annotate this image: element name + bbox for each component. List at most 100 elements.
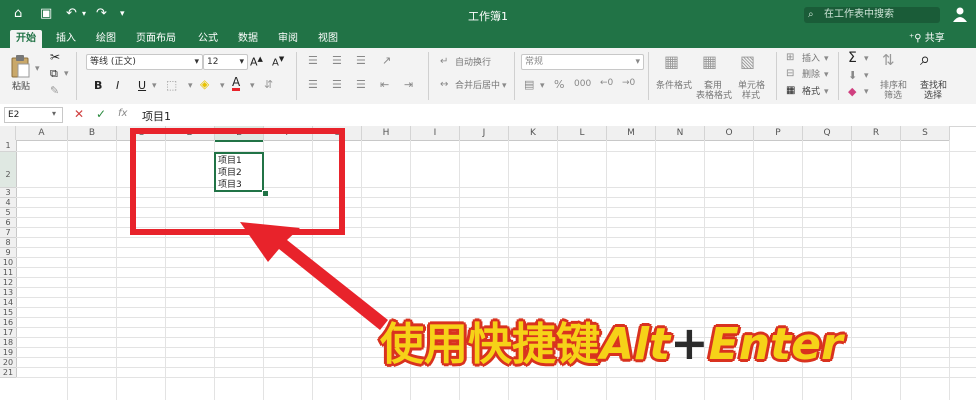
tab-data[interactable]: 数据 — [238, 30, 258, 48]
tab-review[interactable]: 审阅 — [278, 30, 298, 48]
format-cells-icon[interactable]: ▦ — [786, 85, 795, 96]
format-as-table-icon[interactable]: ▦ — [702, 52, 717, 71]
cell-styles-line1[interactable]: 单元格 — [738, 81, 765, 91]
sort-filter-icon[interactable]: ⇅ — [882, 51, 895, 69]
column-header-s[interactable]: S — [901, 126, 950, 141]
increase-indent-icon[interactable]: ⇥ — [404, 78, 413, 91]
increase-font-size-icon[interactable]: A▲ — [250, 55, 263, 69]
decrease-font-size-icon[interactable]: A▼ — [272, 55, 284, 68]
conditional-format-icon[interactable]: ▦ — [664, 52, 679, 71]
font-name-select[interactable]: 等线 (正文) ▾ — [86, 54, 203, 70]
align-bottom-icon[interactable]: ☰ — [356, 54, 366, 67]
align-middle-icon[interactable]: ☰ — [332, 54, 342, 67]
row-header-3[interactable]: 3 — [0, 188, 17, 198]
row-header-1[interactable]: 1 — [0, 140, 17, 152]
row-header-15[interactable]: 15 — [0, 308, 17, 318]
copy-icon[interactable]: ⧉ — [50, 67, 58, 81]
formula-input[interactable]: 项目1 — [142, 108, 171, 124]
row-header-8[interactable]: 8 — [0, 238, 17, 248]
insert-function-button[interactable]: fx — [118, 108, 127, 119]
text-direction-icon[interactable]: ⇵ — [264, 78, 273, 91]
cut-icon[interactable]: ✂ — [50, 50, 60, 64]
align-left-icon[interactable]: ☰ — [308, 78, 318, 91]
font-color-icon[interactable]: A — [232, 76, 241, 91]
column-header-o[interactable]: O — [705, 126, 754, 141]
paste-label[interactable]: 粘贴 — [12, 82, 30, 92]
paste-dropdown-icon[interactable]: ▾ — [35, 64, 40, 74]
accounting-dropdown-icon[interactable]: ▾ — [540, 81, 545, 91]
row-header-9[interactable]: 9 — [0, 248, 17, 258]
bold-button[interactable]: B — [94, 79, 102, 92]
row-header-18[interactable]: 18 — [0, 338, 17, 348]
row-header-5[interactable]: 5 — [0, 208, 17, 218]
row-header-20[interactable]: 20 — [0, 358, 17, 368]
decrease-indent-icon[interactable]: ⇤ — [380, 78, 389, 91]
tab-page-layout[interactable]: 页面布局 — [136, 30, 176, 48]
row-header-6[interactable]: 6 — [0, 218, 17, 228]
format-as-table-line1[interactable]: 套用 — [704, 81, 722, 91]
format-cells-dropdown-icon[interactable]: ▾ — [824, 87, 829, 97]
select-all-corner[interactable] — [0, 126, 16, 141]
copy-dropdown-icon[interactable]: ▾ — [64, 69, 69, 79]
comma-style-button[interactable]: 000 — [574, 79, 591, 89]
row-header-12[interactable]: 12 — [0, 278, 17, 288]
cell-styles-line2[interactable]: 样式 — [742, 91, 760, 101]
row-header-14[interactable]: 14 — [0, 298, 17, 308]
tab-home[interactable]: 开始 — [10, 30, 42, 48]
tab-insert[interactable]: 插入 — [56, 30, 76, 48]
decrease-decimal-icon[interactable]: →0 — [622, 78, 635, 88]
column-header-a[interactable]: A — [16, 126, 68, 141]
clear-dropdown-icon[interactable]: ▾ — [864, 87, 869, 97]
column-header-n[interactable]: N — [656, 126, 705, 141]
column-header-h[interactable]: H — [362, 126, 411, 141]
insert-cells-icon[interactable]: ⊞ — [786, 52, 794, 63]
merge-center-button[interactable]: 合并后居中 — [455, 81, 500, 91]
column-header-b[interactable]: B — [68, 126, 117, 141]
cancel-entry-icon[interactable]: ✕ — [74, 107, 84, 121]
merge-center-icon[interactable]: ↔ — [440, 79, 448, 90]
row-header-4[interactable]: 4 — [0, 198, 17, 208]
column-header-m[interactable]: M — [607, 126, 656, 141]
column-header-q[interactable]: Q — [803, 126, 852, 141]
underline-button[interactable]: U — [138, 79, 146, 92]
format-cells-button[interactable]: 格式 — [802, 87, 820, 97]
row-header-13[interactable]: 13 — [0, 288, 17, 298]
row-header-19[interactable]: 19 — [0, 348, 17, 358]
font-color-dropdown-icon[interactable]: ▾ — [250, 81, 255, 91]
column-header-j[interactable]: J — [460, 126, 509, 141]
wrap-text-icon[interactable]: ↵ — [440, 56, 448, 67]
accounting-format-icon[interactable]: ▤ — [524, 78, 534, 91]
insert-cells-button[interactable]: 插入 — [802, 54, 820, 64]
fill-color-icon[interactable]: ◈ — [200, 77, 209, 91]
italic-button[interactable]: I — [116, 79, 119, 92]
tab-view[interactable]: 视图 — [318, 30, 338, 48]
row-header-10[interactable]: 10 — [0, 258, 17, 268]
increase-decimal-icon[interactable]: ←0 — [600, 78, 613, 88]
delete-cells-icon[interactable]: ⊟ — [786, 68, 794, 79]
row-header-17[interactable]: 17 — [0, 328, 17, 338]
column-header-p[interactable]: P — [754, 126, 803, 141]
cell-styles-icon[interactable]: ▧ — [740, 52, 755, 71]
autosum-icon[interactable]: Σ — [848, 50, 857, 66]
column-header-i[interactable]: I — [411, 126, 460, 141]
borders-dropdown-icon[interactable]: ▾ — [188, 81, 193, 91]
fill-dropdown-icon[interactable]: ▾ — [864, 71, 869, 81]
align-top-icon[interactable]: ☰ — [308, 54, 318, 67]
delete-cells-button[interactable]: 删除 — [802, 70, 820, 80]
find-select-icon[interactable]: ⌕ — [920, 49, 930, 70]
autosum-dropdown-icon[interactable]: ▾ — [864, 54, 869, 64]
row-header-7[interactable]: 7 — [0, 228, 17, 238]
find-select-line1[interactable]: 查找和 — [920, 81, 947, 91]
sort-filter-line2[interactable]: 筛选 — [884, 91, 902, 101]
fill-icon[interactable]: ⬇ — [848, 69, 857, 82]
format-painter-icon[interactable]: ✎ — [50, 84, 59, 97]
sort-filter-line1[interactable]: 排序和 — [880, 81, 907, 91]
tab-draw[interactable]: 绘图 — [96, 30, 116, 48]
column-header-k[interactable]: K — [509, 126, 558, 141]
orientation-icon[interactable]: ↗ — [382, 54, 391, 67]
share-button[interactable]: ⁺⚲ 共享 — [909, 30, 945, 48]
row-header-11[interactable]: 11 — [0, 268, 17, 278]
paste-icon[interactable] — [10, 54, 30, 78]
format-as-table-line2[interactable]: 表格格式 — [696, 91, 732, 101]
user-icon[interactable] — [952, 6, 968, 22]
